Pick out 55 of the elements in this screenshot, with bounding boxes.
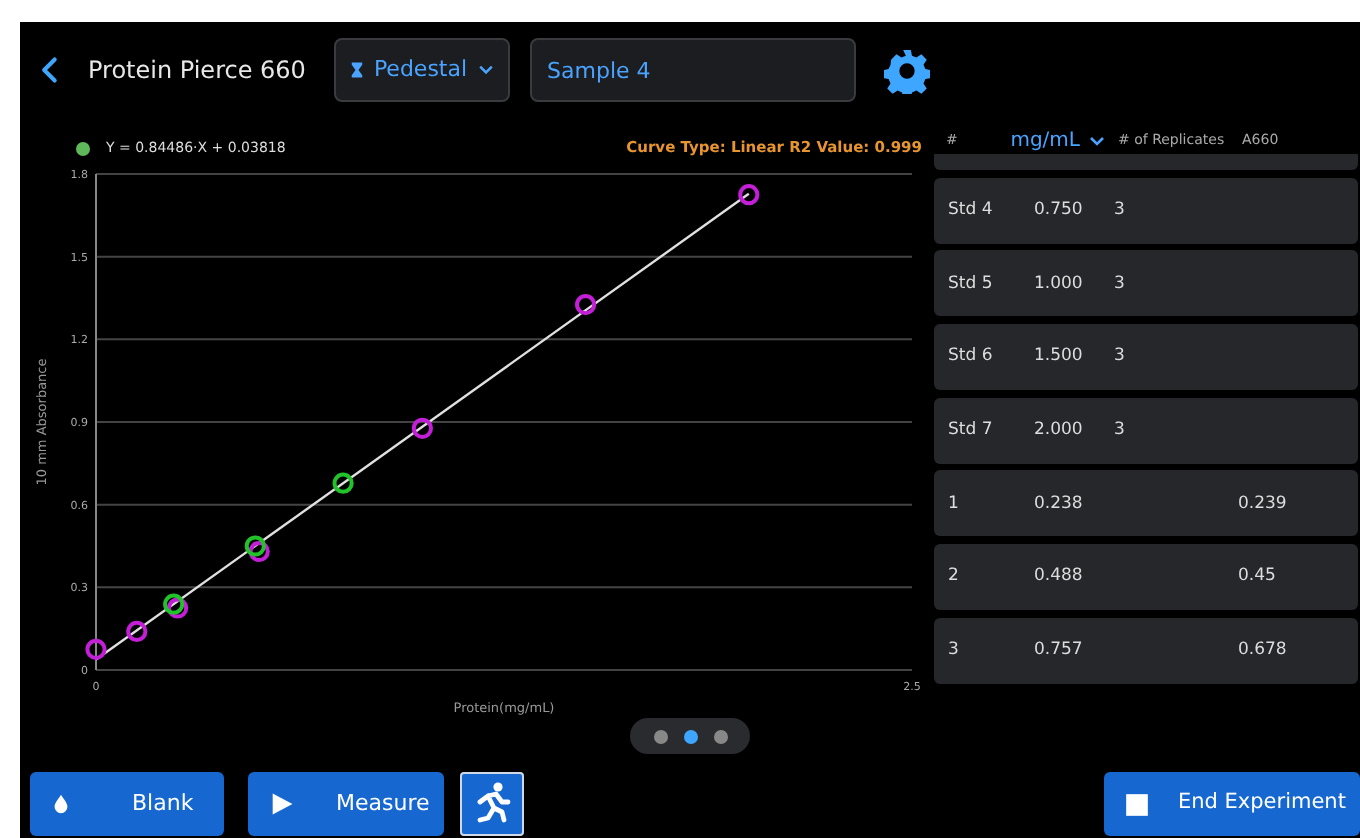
concentration-value: 1.000 bbox=[1034, 271, 1085, 297]
concentration-value: 2.000 bbox=[1034, 417, 1085, 444]
row-id: Std 5 bbox=[948, 271, 995, 297]
table-row[interactable]: 1 0.238 0.239 bbox=[934, 470, 1358, 537]
row-id: Std 6 bbox=[948, 344, 995, 370]
stop-icon bbox=[1124, 791, 1150, 817]
concentration-value: 0.238 bbox=[1034, 491, 1085, 517]
chevron-down-icon bbox=[475, 60, 496, 80]
replicates-value: 3 bbox=[1114, 271, 1127, 297]
concentration-value: 0.488 bbox=[1034, 564, 1085, 590]
row-id: Std 4 bbox=[948, 197, 995, 224]
data-point bbox=[85, 638, 107, 660]
play-icon bbox=[268, 790, 296, 818]
table-row[interactable]: Std 5 1.000 3 bbox=[934, 250, 1358, 317]
table-row[interactable]: 3 0.757 0.678 bbox=[934, 617, 1358, 684]
data-point bbox=[411, 417, 433, 439]
measure-button[interactable]: Measure bbox=[248, 772, 444, 836]
data-point bbox=[126, 620, 148, 642]
row-id: Std 7 bbox=[948, 417, 995, 444]
replicates-value: 3 bbox=[1114, 344, 1127, 370]
data-point bbox=[244, 535, 266, 557]
hourglass-icon bbox=[347, 60, 366, 80]
chevron-down-icon bbox=[1088, 131, 1106, 149]
concentration-value: 1.500 bbox=[1034, 344, 1085, 370]
absorbance-value: 0.678 bbox=[1238, 637, 1287, 664]
page-dot[interactable] bbox=[683, 729, 697, 743]
settings-icon bbox=[883, 47, 930, 93]
row-id: 1 bbox=[948, 491, 961, 517]
absorbance-value: 0.239 bbox=[1238, 491, 1287, 517]
data-point bbox=[575, 294, 597, 316]
data-point bbox=[332, 472, 354, 494]
blank-button[interactable]: Blank bbox=[30, 772, 224, 836]
sample-name-field[interactable]: Sample 4 bbox=[529, 38, 856, 102]
end-button[interactable]: End Experiment bbox=[1104, 772, 1360, 836]
data-point bbox=[738, 184, 760, 206]
concentration-value: 0.750 bbox=[1034, 197, 1085, 224]
concentration-value: 0.757 bbox=[1034, 637, 1085, 664]
legend-dot bbox=[76, 141, 90, 155]
table-row[interactable]: Std 4 0.750 3 bbox=[934, 177, 1358, 244]
data-point bbox=[248, 540, 270, 563]
drop-icon bbox=[50, 790, 72, 818]
run-button[interactable] bbox=[460, 772, 524, 836]
table-row[interactable]: Std 7 2.000 3 bbox=[934, 397, 1358, 464]
page-title: Protein Pierce 660 bbox=[88, 54, 306, 88]
mode-dropdown[interactable]: Pedestal bbox=[333, 38, 510, 102]
table-row[interactable]: Std 6 1.500 3 bbox=[934, 324, 1358, 391]
row-id: 2 bbox=[948, 564, 961, 590]
absorbance-value: 0.45 bbox=[1238, 564, 1276, 590]
row-id: 3 bbox=[948, 637, 961, 664]
replicates-value: 3 bbox=[1114, 417, 1127, 444]
page-dot[interactable] bbox=[713, 729, 727, 743]
table-row[interactable]: 2 0.488 0.45 bbox=[934, 544, 1358, 611]
settings-button[interactable] bbox=[883, 47, 930, 93]
replicates-value: 3 bbox=[1114, 197, 1127, 224]
page-dot[interactable] bbox=[653, 729, 667, 743]
